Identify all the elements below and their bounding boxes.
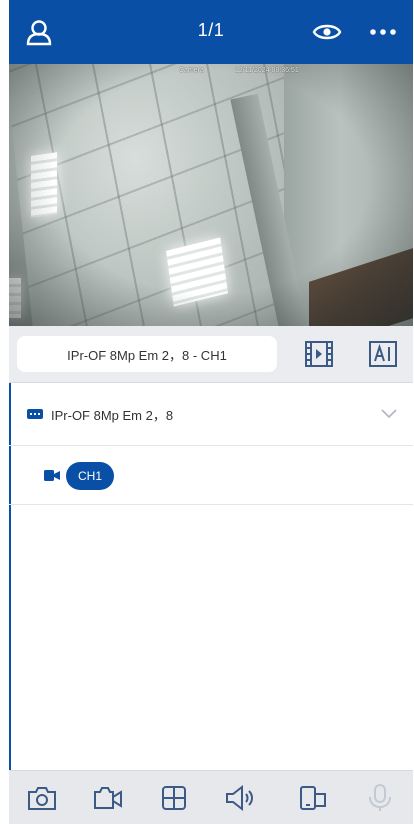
bottom-toolbar xyxy=(9,770,413,824)
more-button[interactable] xyxy=(367,16,399,48)
osd-camera-name: Camera xyxy=(179,67,204,74)
top-bar: 1/1 xyxy=(9,0,413,64)
channel-chip[interactable]: CH1 xyxy=(66,462,115,490)
live-video-view[interactable]: Camera 12/11/2024 08:36:51 xyxy=(9,64,413,326)
layout-icon xyxy=(162,786,186,810)
camera-icon xyxy=(44,470,60,481)
video-vignette xyxy=(9,64,413,326)
page-indicator: 1/1 xyxy=(197,20,225,40)
nvr-device-icon xyxy=(27,409,43,419)
audio-button[interactable] xyxy=(223,783,257,813)
eye-icon xyxy=(312,24,342,40)
channel-bar: IPr-OF 8Mp Em 2，8 - CH1 xyxy=(9,326,413,383)
screen-rotate-icon xyxy=(300,786,326,810)
app-frame: 1/1 Camera 12/11/2024 08:36:51 IPr-OF 8M… xyxy=(9,0,413,824)
device-name: IPr-OF 8Mp Em 2，8 xyxy=(51,407,174,423)
snapshot-button[interactable] xyxy=(25,783,59,813)
chevron-down-icon[interactable] xyxy=(381,409,397,419)
playback-button[interactable] xyxy=(303,338,335,370)
audio-icon xyxy=(226,784,253,812)
ai-button[interactable] xyxy=(367,338,399,370)
screen-rotate-button[interactable] xyxy=(297,783,331,813)
microphone-icon xyxy=(369,784,391,811)
playback-icon xyxy=(305,341,333,367)
record-button[interactable] xyxy=(91,783,125,813)
snapshot-icon xyxy=(28,787,56,810)
ai-icon xyxy=(369,341,397,367)
layout-button[interactable] xyxy=(157,783,191,813)
record-icon xyxy=(94,787,122,809)
more-icon xyxy=(370,29,396,35)
osd-timestamp: 12/11/2024 08:36:51 xyxy=(235,67,299,74)
view-button[interactable] xyxy=(311,16,343,48)
channel-row: CH1 xyxy=(9,446,413,505)
selected-channel-field[interactable]: IPr-OF 8Mp Em 2，8 - CH1 xyxy=(17,336,277,372)
device-row[interactable]: IPr-OF 8Mp Em 2，8 xyxy=(9,383,413,446)
microphone-button[interactable] xyxy=(363,783,397,813)
